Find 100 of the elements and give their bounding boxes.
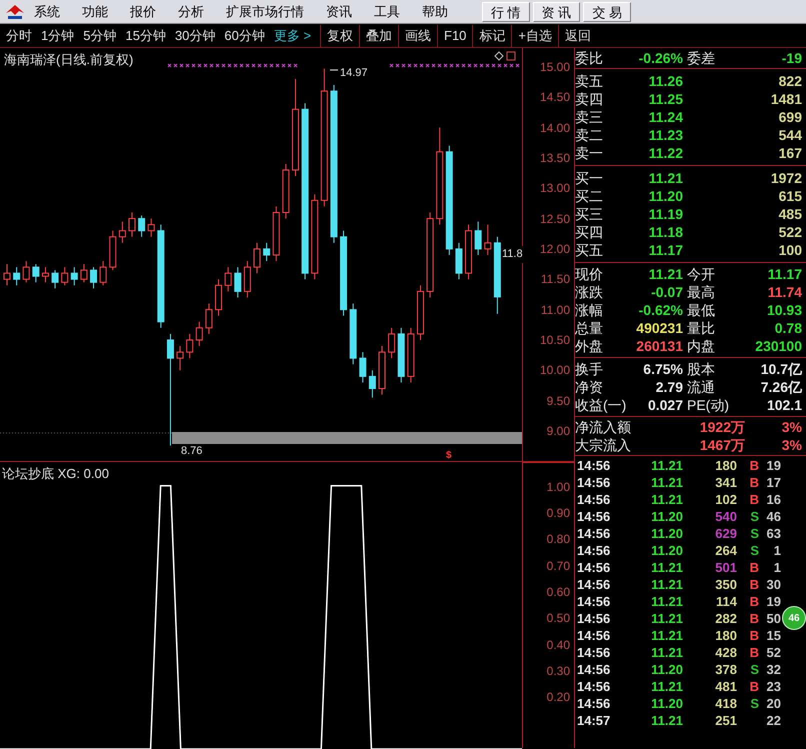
app-logo-icon[interactable] — [4, 2, 26, 20]
trade-side: B — [748, 558, 759, 577]
trade-price: 11.20 — [650, 508, 683, 526]
field-label: 流通 — [687, 378, 716, 396]
trade-count: 1 — [772, 542, 781, 560]
order-price: 11.18 — [648, 222, 683, 242]
top-tab[interactable]: 资 讯 — [532, 2, 580, 22]
trade-side: B — [748, 644, 759, 662]
toolbar-button[interactable]: +自选 — [511, 24, 558, 46]
menu-item[interactable]: 报价 — [130, 2, 156, 22]
menu-item[interactable]: 系统 — [34, 2, 60, 22]
candlestick — [166, 333, 174, 446]
order-price: 11.24 — [648, 108, 683, 126]
candlestick — [22, 260, 30, 283]
top-tab[interactable]: 交 易 — [583, 2, 631, 22]
trade-count: 17 — [766, 474, 781, 492]
trade-side: B — [748, 626, 759, 645]
order-volume: 522 — [778, 222, 803, 242]
field-value: 1467万 — [698, 436, 745, 454]
trade-price: 11.21 — [650, 610, 683, 628]
candlestick — [186, 333, 194, 359]
candlestick — [359, 352, 366, 383]
menu-item[interactable]: 扩展市场行情 — [226, 2, 304, 22]
candlestick — [148, 218, 155, 238]
candlestick — [42, 266, 49, 283]
field-value: 0.027 — [646, 396, 683, 414]
field-value: 230100 — [754, 336, 802, 356]
order-price: 11.17 — [648, 240, 683, 260]
field-value: 102.1 — [766, 396, 803, 414]
order-price: 11.25 — [648, 90, 683, 108]
order-level-label: 买四 — [575, 222, 604, 242]
candlestick — [32, 264, 40, 283]
order-volume: 1972 — [770, 168, 803, 188]
trade-time: 14:56 — [576, 660, 612, 679]
field-value: 260131 — [635, 336, 683, 356]
toolbar-button[interactable]: 叠加 — [359, 24, 398, 46]
trade-time: 14:56 — [576, 644, 612, 662]
high-price-label: 14.97 — [340, 66, 368, 81]
field-value: 490231 — [635, 318, 683, 338]
order-level-label: 买五 — [575, 240, 604, 260]
field-label: 最低 — [687, 300, 716, 320]
order-price: 11.22 — [648, 144, 683, 162]
field-value: -0.62% — [638, 300, 683, 320]
toolbar-button[interactable]: 返回 — [558, 24, 597, 46]
trade-count: 15 — [766, 626, 781, 645]
trade-volume: 264 — [714, 542, 737, 560]
trade-time: 14:56 — [576, 610, 612, 628]
order-level-label: 卖五 — [575, 72, 604, 90]
axis-label: 11.00 — [540, 302, 570, 317]
period-tab[interactable]: 30分钟 — [174, 26, 216, 46]
order-level-label: 卖二 — [575, 126, 604, 144]
period-tab[interactable]: 5分钟 — [83, 26, 116, 46]
toolbar-button[interactable]: F10 — [437, 24, 472, 46]
period-tab[interactable]: 更多 > — [274, 26, 312, 46]
candlestick — [263, 242, 270, 262]
field-value: 3% — [780, 418, 803, 436]
menu-item[interactable]: 帮助 — [422, 2, 448, 22]
trade-price: 11.21 — [650, 558, 683, 577]
field-value: 2.79 — [654, 378, 683, 396]
candlestick — [52, 270, 59, 289]
period-tab[interactable]: 15分钟 — [125, 26, 166, 46]
candlestick — [254, 242, 260, 274]
order-price: 11.19 — [648, 204, 683, 224]
menu-item[interactable]: 工具 — [374, 2, 400, 22]
period-tab[interactable]: 分时 — [6, 26, 32, 46]
menu-item[interactable]: 分析 — [178, 2, 204, 22]
square-icon[interactable] — [506, 51, 516, 61]
order-level-label: 卖三 — [575, 108, 604, 126]
top-tab[interactable]: 行 情 — [482, 2, 530, 22]
trade-price: 11.20 — [650, 542, 683, 560]
toolbar-button[interactable]: 复权 — [320, 24, 359, 46]
trade-side: B — [748, 490, 759, 509]
field-label: 股本 — [687, 360, 716, 378]
trade-time: 14:56 — [576, 490, 612, 509]
trade-volume: 251 — [714, 712, 737, 729]
period-tab[interactable]: 1分钟 — [41, 26, 74, 46]
menu-item[interactable]: 功能 — [82, 2, 108, 22]
toolbar-button[interactable]: 画线 — [398, 24, 437, 46]
order-volume: 822 — [778, 72, 803, 90]
candlestick — [368, 370, 376, 398]
period-tab[interactable]: 60分钟 — [224, 26, 265, 46]
diamond-icon[interactable] — [494, 51, 504, 61]
menu-item[interactable]: 资讯 — [326, 2, 352, 22]
trade-time: 14:56 — [576, 456, 612, 475]
candlestick — [234, 266, 242, 298]
candlestick — [484, 224, 492, 256]
trade-count: 22 — [766, 712, 781, 729]
toolbar-button[interactable]: 标记 — [472, 24, 512, 46]
field-label: 大宗流入 — [575, 436, 632, 454]
trade-price: 11.21 — [650, 456, 683, 475]
field-label: 涨跌 — [575, 282, 604, 302]
trade-price: 11.21 — [650, 626, 683, 645]
field-value: 11.17 — [766, 264, 802, 284]
field-label: 委比 — [575, 48, 604, 68]
trade-time: 14:56 — [576, 626, 612, 645]
trade-price: 11.20 — [650, 524, 683, 543]
field-value: 3% — [780, 436, 803, 454]
trade-price: 11.21 — [650, 644, 683, 662]
field-value: 6.75% — [642, 360, 683, 378]
order-volume: 615 — [778, 186, 803, 206]
